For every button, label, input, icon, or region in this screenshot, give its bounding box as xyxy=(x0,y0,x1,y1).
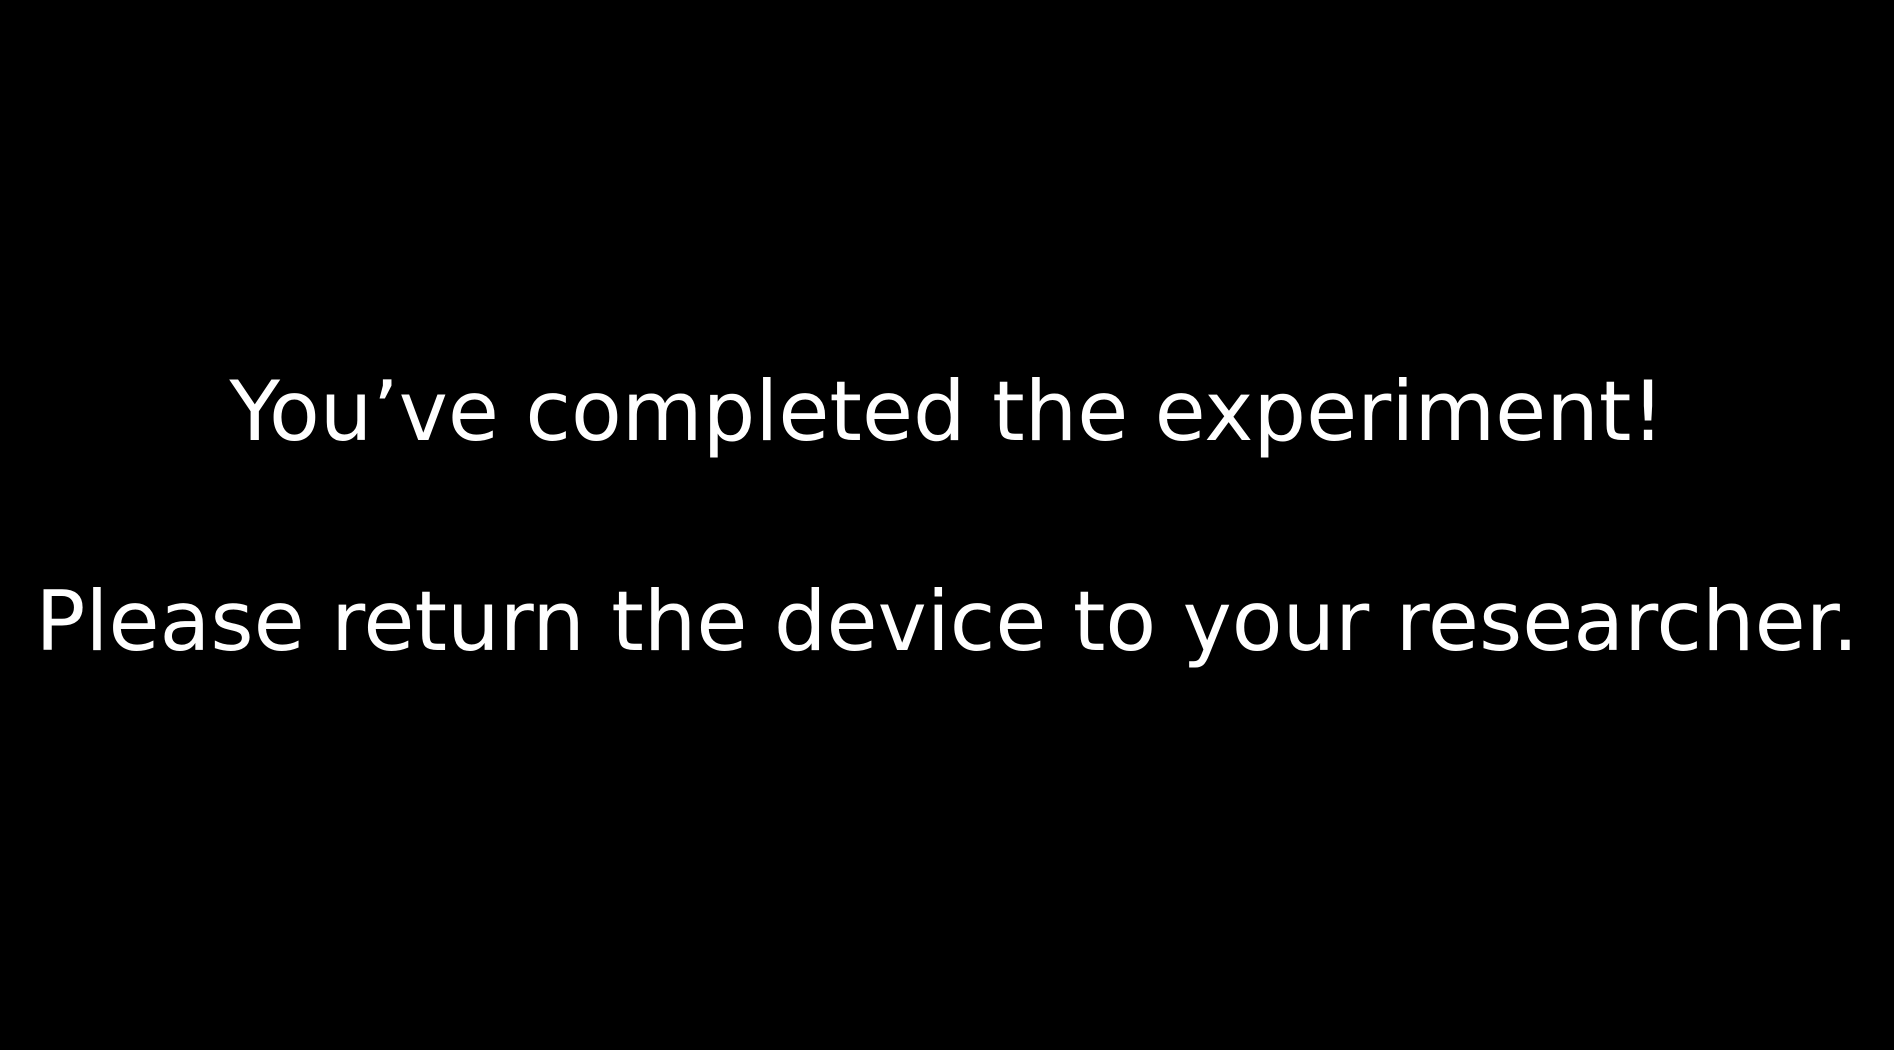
return-device-instruction: Please return the device to your researc… xyxy=(35,573,1859,670)
completion-message: You’ve completed the experiment! xyxy=(229,363,1665,460)
completion-screen: You’ve completed the experiment! Please … xyxy=(0,0,1894,1050)
